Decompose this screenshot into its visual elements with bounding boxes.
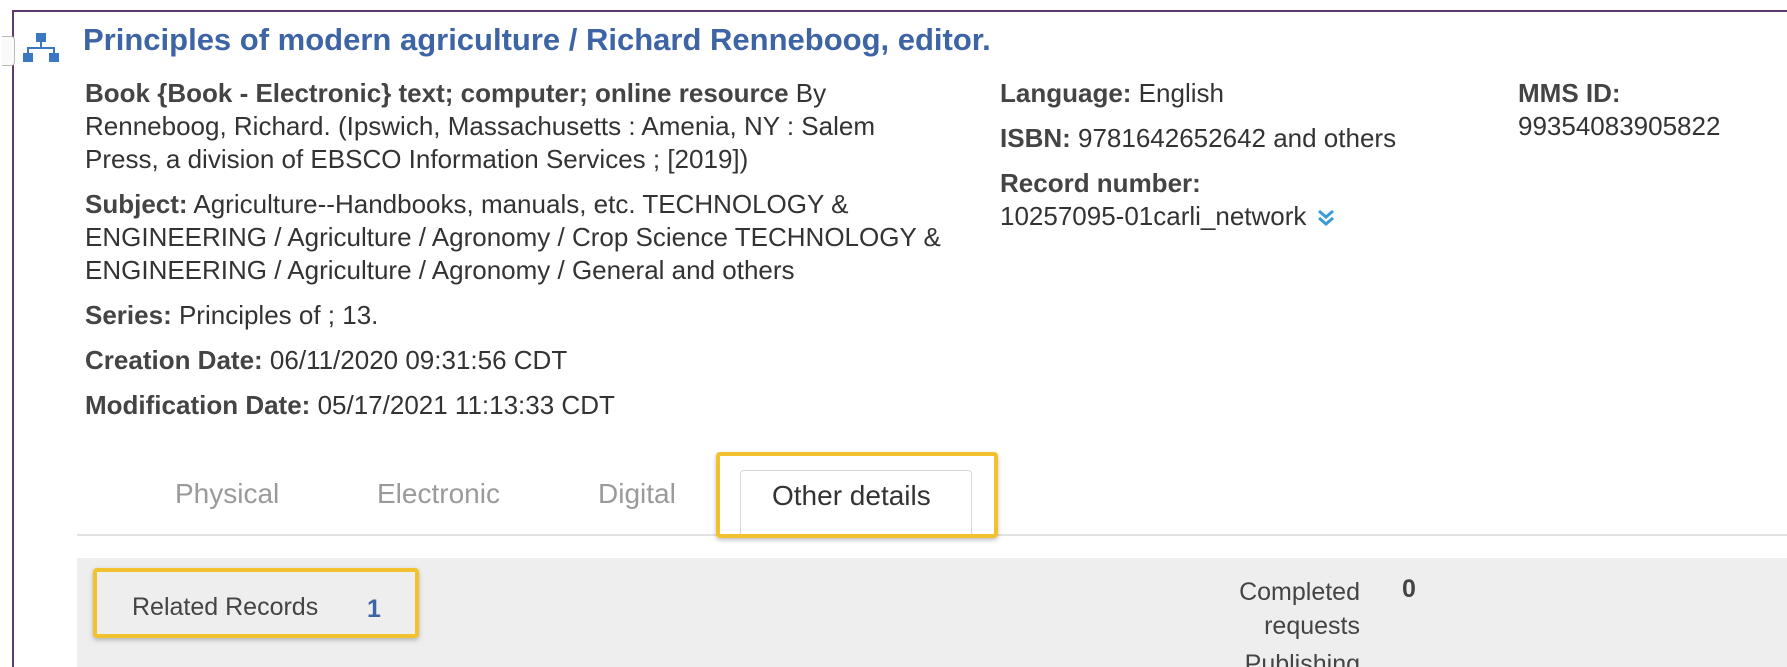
record-details-left: Book {Book - Electronic} text; computer;… xyxy=(85,77,945,434)
modification-date-line: Modification Date: 05/17/2021 11:13:33 C… xyxy=(85,389,945,422)
language-line: Language: English xyxy=(1000,77,1500,110)
record-details-middle: Language: English ISBN: 9781642652642 an… xyxy=(1000,77,1500,245)
row-select-checkbox[interactable] xyxy=(2,36,15,66)
subject-line: Subject: Agriculture--Handbooks, manuals… xyxy=(85,188,945,287)
creation-date-value: 06/11/2020 09:31:56 CDT xyxy=(262,345,568,375)
frame-top-border xyxy=(12,10,1787,12)
creation-date-label: Creation Date: xyxy=(85,345,263,375)
subject-label: Subject: xyxy=(85,189,188,219)
completed-requests-label: Completed requests xyxy=(1239,578,1360,640)
mms-id-label: MMS ID: xyxy=(1518,78,1621,108)
record-number-line: Record number: 10257095-01carli_network xyxy=(1000,167,1500,233)
record-details-right: MMS ID: 99354083905822 xyxy=(1518,77,1787,143)
completed-requests-value: 0 xyxy=(1402,575,1416,603)
modification-date-value: 05/17/2021 11:13:33 CDT xyxy=(310,390,615,420)
frame-left-border xyxy=(12,10,14,667)
creation-date-line: Creation Date: 06/11/2020 09:31:56 CDT xyxy=(85,344,945,377)
language-label: Language: xyxy=(1000,78,1132,108)
record-title-link[interactable]: Principles of modern agriculture / Richa… xyxy=(83,22,991,58)
double-chevron-down-icon[interactable] xyxy=(1316,208,1336,228)
isbn-line: ISBN: 9781642652642 and others xyxy=(1000,122,1500,155)
tab-electronic[interactable]: Electronic xyxy=(377,478,500,510)
series-label: Series: xyxy=(85,300,172,330)
modification-date-label: Modification Date: xyxy=(85,390,311,420)
tab-physical[interactable]: Physical xyxy=(175,478,279,510)
language-value: English xyxy=(1131,78,1224,108)
publishing-label: Publishing xyxy=(1244,650,1360,667)
format-line: Book {Book - Electronic} text; computer;… xyxy=(85,77,945,176)
subject-value: Agriculture--Handbooks, manuals, etc. TE… xyxy=(85,189,941,285)
highlight-box-related-records xyxy=(93,568,419,638)
series-line: Series: Principles of ; 13. xyxy=(85,299,945,332)
isbn-value: 9781642652642 and others xyxy=(1070,123,1397,153)
record-number-value: 10257095-01carli_network xyxy=(1000,201,1307,231)
series-value: Principles of ; 13. xyxy=(171,300,379,330)
mms-id-value: 99354083905822 xyxy=(1518,111,1721,141)
highlight-box-other-details xyxy=(716,452,998,538)
record-result-page: Principles of modern agriculture / Richa… xyxy=(0,0,1787,667)
isbn-label: ISBN: xyxy=(1000,123,1071,153)
tab-digital[interactable]: Digital xyxy=(598,478,676,510)
format-label: Book {Book - Electronic} text; computer;… xyxy=(85,78,789,108)
hierarchy-icon[interactable] xyxy=(22,32,60,64)
record-number-label: Record number: xyxy=(1000,168,1201,198)
